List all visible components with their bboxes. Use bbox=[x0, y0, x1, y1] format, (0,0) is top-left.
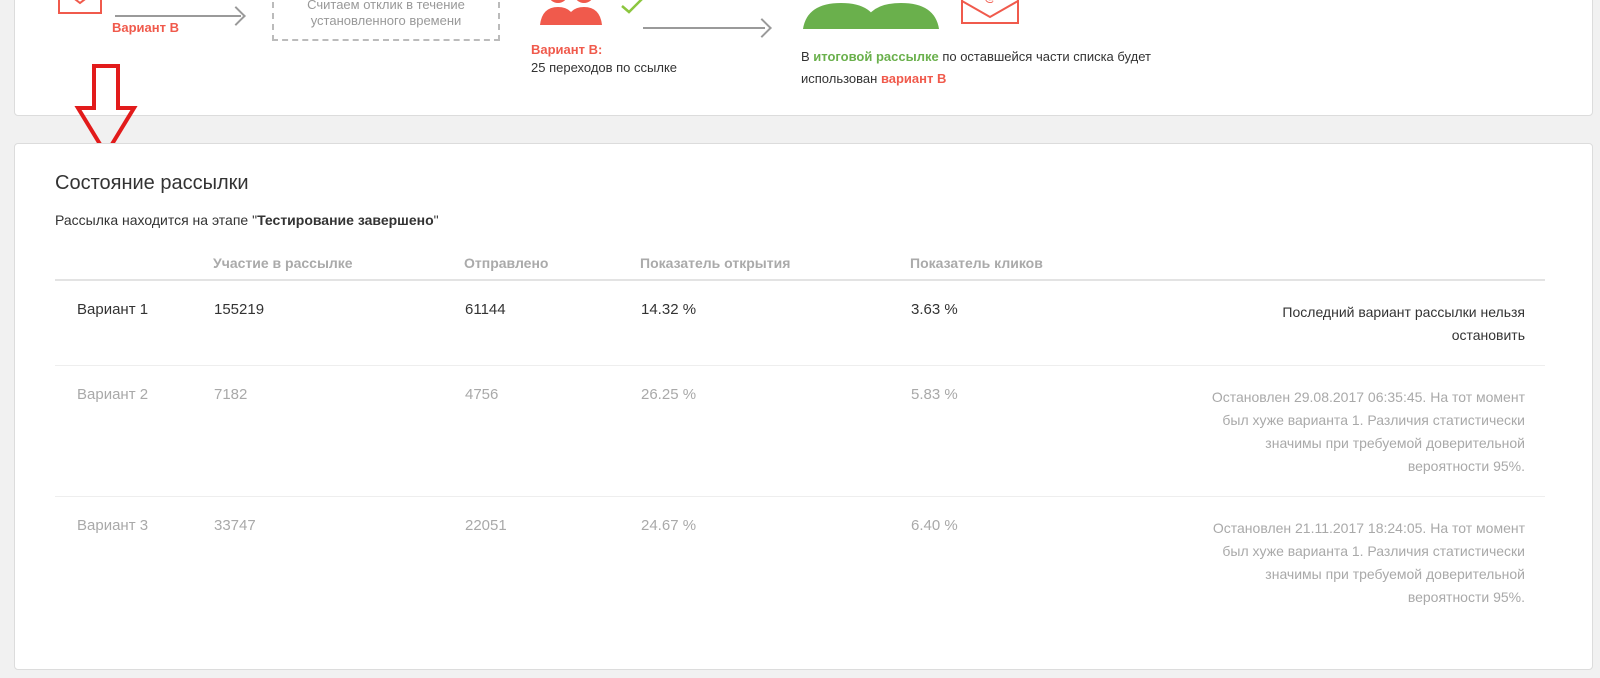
status-note-text: Последний вариант рассылки нельзя остано… bbox=[1282, 304, 1525, 343]
participants-cell: 7182 bbox=[213, 365, 464, 497]
participants-cell: 155219 bbox=[213, 280, 464, 366]
table-row: Вариант 3 33747 22051 24.67 % 6.40 % Ост… bbox=[55, 497, 1545, 628]
final-variant: вариант В bbox=[880, 71, 947, 86]
email-at-icon: @ bbox=[961, 0, 1019, 24]
sent-cell: 22051 bbox=[465, 517, 507, 534]
arrow-head-icon bbox=[226, 6, 246, 26]
sent-cell: 61144 bbox=[464, 280, 640, 366]
status-note: Последний вариант рассылки нельзя остано… bbox=[1110, 280, 1545, 366]
status-note: Остановлен 29.08.2017 06:35:45. На тот м… bbox=[1110, 365, 1545, 497]
variant-name: Вариант 1 bbox=[55, 280, 213, 366]
ab-flow-card: Вариант В Считаем отклик в течение устан… bbox=[14, 0, 1593, 116]
stage-name: Тестирование завершено bbox=[257, 212, 434, 228]
status-note-text: Остановлен 29.08.2017 06:35:45. На тот м… bbox=[1211, 389, 1525, 474]
status-note: Остановлен 21.11.2017 18:24:05. На тот м… bbox=[1110, 497, 1545, 628]
flow-arrow-2 bbox=[643, 27, 765, 29]
variant-name: Вариант 2 bbox=[55, 365, 213, 497]
result-title: Вариант В: bbox=[531, 42, 603, 57]
waiting-box-text: Считаем отклик в течение установленного … bbox=[307, 0, 465, 28]
mailing-status-card: Состояние рассылки Рассылка находится на… bbox=[14, 143, 1593, 670]
table-row: Вариант 2 7182 4756 26.25 % 5.83 % Остан… bbox=[55, 365, 1545, 497]
users-red-icon bbox=[540, 0, 602, 25]
envelope-icon bbox=[58, 0, 102, 14]
status-note-text: Остановлен 21.11.2017 18:24:05. На тот м… bbox=[1212, 520, 1525, 605]
stage-line: Рассылка находится на этапе "Тестировани… bbox=[55, 212, 439, 228]
svg-text:@: @ bbox=[984, 0, 996, 4]
final-highlight: итоговой рассылке bbox=[813, 49, 939, 64]
variant-b-label: Вариант В bbox=[112, 20, 179, 35]
col-header: Показатель открытия bbox=[640, 247, 910, 281]
final-prefix: В bbox=[801, 49, 814, 64]
table-row: Вариант 1 155219 61144 14.32 % 3.63 % По… bbox=[55, 280, 1545, 366]
waiting-box: Считаем отклик в течение установленного … bbox=[272, 0, 500, 41]
click-rate-cell: 3.63 % bbox=[910, 280, 1110, 366]
open-rate-cell: 24.67 % bbox=[641, 517, 697, 534]
click-rate-cell: 5.83 % bbox=[910, 365, 1110, 497]
flow-arrow-1 bbox=[115, 15, 241, 17]
stage-suffix: " bbox=[433, 212, 439, 228]
open-rate-cell: 26.25 % bbox=[640, 365, 910, 497]
table-header-row: Участие в рассылке Отправлено Показатель… bbox=[55, 247, 1545, 281]
open-rate-cell: 14.32 % bbox=[640, 280, 910, 366]
col-header: Показатель кликов bbox=[910, 247, 1110, 281]
participants-cell: 33747 bbox=[214, 517, 256, 534]
stage-prefix: Рассылка находится на этапе " bbox=[55, 212, 258, 228]
click-rate-cell: 6.40 % bbox=[911, 517, 958, 534]
col-header bbox=[1110, 247, 1545, 281]
users-green-icon bbox=[803, 3, 939, 29]
col-header: Отправлено bbox=[464, 247, 640, 281]
col-header: Участие в рассылке bbox=[213, 247, 464, 281]
col-header bbox=[55, 247, 213, 281]
section-title: Состояние рассылки bbox=[55, 172, 249, 194]
variant-name: Вариант 3 bbox=[77, 517, 149, 534]
checkmark-icon bbox=[621, 0, 643, 14]
variants-table: Участие в рассылке Отправлено Показатель… bbox=[55, 247, 1545, 627]
arrow-head-icon bbox=[752, 18, 772, 38]
sent-cell: 4756 bbox=[464, 365, 640, 497]
result-text: 25 переходов по ссылке bbox=[531, 60, 678, 75]
final-description: В итоговой рассылке по оставшейся части … bbox=[801, 46, 1161, 90]
